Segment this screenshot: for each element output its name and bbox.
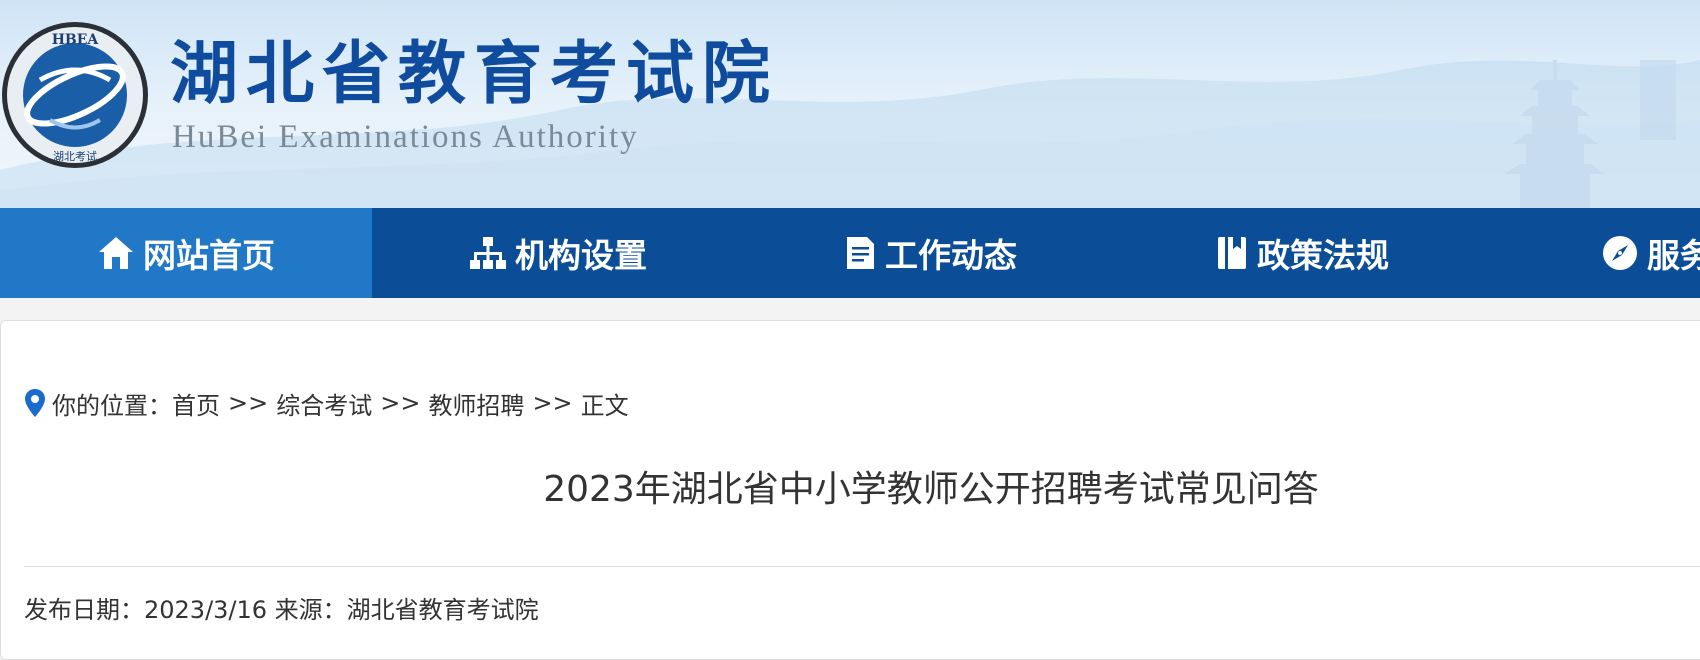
nav-item-policy[interactable]: 政策法规 <box>1116 208 1488 298</box>
emblem-text: HBEA <box>52 32 100 48</box>
org-chart-icon <box>469 235 507 271</box>
nav-item-label: 网站首页 <box>143 236 275 275</box>
breadcrumb-separator: >> <box>532 389 573 417</box>
breadcrumb-link-home[interactable]: 首页 <box>172 386 220 421</box>
emblem-subtext: 湖北考试 <box>53 150 97 163</box>
nav-item-news[interactable]: 工作动态 <box>744 208 1116 298</box>
breadcrumb-prefix: 你的位置： <box>52 391 172 420</box>
compass-icon <box>1601 234 1639 272</box>
article-meta: 发布日期：2023/3/16 来源：湖北省教育考试院 <box>24 596 539 624</box>
breadcrumb-separator: >> <box>380 389 421 417</box>
site-subtitle: HuBei Examinations Authority <box>172 119 639 155</box>
nav-item-home[interactable]: 网站首页 <box>0 208 372 298</box>
breadcrumb: 你的位置： 首页 >> 综合考试 >> 教师招聘 >> 正文 <box>24 383 629 423</box>
site-header: HBEA 湖北考试 湖北省教育考试院 HuBei Examinations Au… <box>0 0 1700 208</box>
breadcrumb-separator: >> <box>228 389 269 417</box>
title-divider <box>24 566 1700 567</box>
document-icon <box>843 235 877 271</box>
nav-item-services[interactable]: 服务 <box>1488 208 1700 298</box>
book-icon <box>1215 235 1249 271</box>
breadcrumb-link-teacher-recruitment[interactable]: 教师招聘 <box>428 386 524 421</box>
hbea-emblem-logo: HBEA 湖北考试 <box>2 22 148 168</box>
site-title: 湖北省教育考试院 <box>170 34 779 114</box>
breadcrumb-link-comprehensive-exams[interactable]: 综合考试 <box>276 386 372 421</box>
location-pin-icon <box>24 388 46 418</box>
nav-item-label: 政策法规 <box>1257 236 1389 275</box>
nav-item-label: 工作动态 <box>885 236 1017 275</box>
breadcrumb-current: 正文 <box>580 391 629 420</box>
article-title: 2023年湖北省中小学教师公开招聘考试常见问答 <box>543 469 1319 510</box>
pagoda-illustration <box>1504 60 1606 208</box>
main-nav: 网站首页 机构设置 工作动态 政策法规 服务 <box>0 208 1700 298</box>
nav-item-organization[interactable]: 机构设置 <box>372 208 744 298</box>
home-icon <box>97 235 135 271</box>
nav-item-label: 服务 <box>1647 236 1700 275</box>
nav-item-label: 机构设置 <box>515 236 647 275</box>
